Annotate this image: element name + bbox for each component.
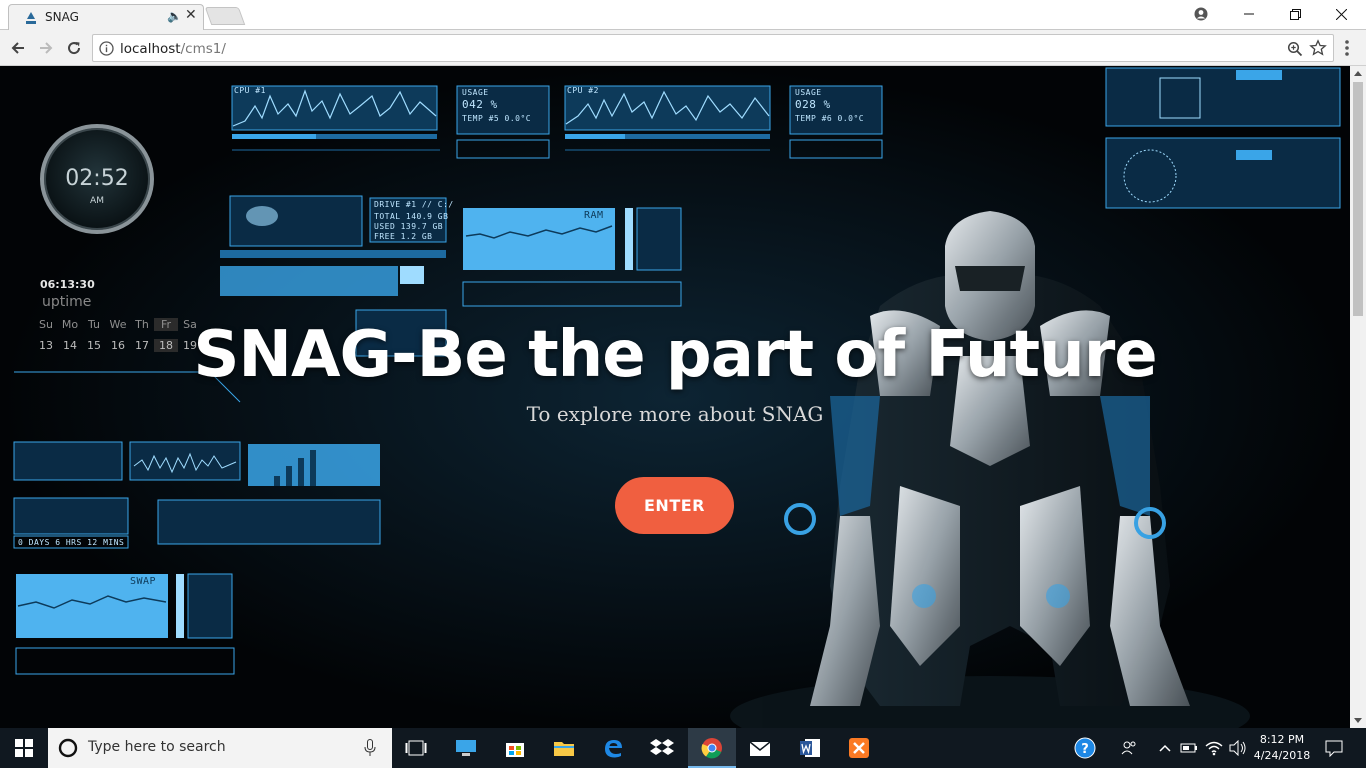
people-icon[interactable] <box>1117 736 1141 760</box>
temp2-value: TEMP #6 0.0°C <box>795 114 865 123</box>
hero-title: SNAG-Be the part of Future <box>193 318 1157 392</box>
uptime-days: 0 DAYS 6 HRS 12 MINS <box>18 538 125 547</box>
zoom-icon[interactable] <box>1287 41 1303 57</box>
usage2-label: USAGE <box>795 88 822 97</box>
minimize-button[interactable] <box>1226 0 1272 28</box>
usage2-value: 028 % <box>795 98 831 111</box>
dropbox-icon[interactable] <box>650 736 674 760</box>
clock-time: 02:52 <box>65 166 129 191</box>
usage1-value: 042 % <box>462 98 498 111</box>
browser-toolbar: localhost/cms1/ <box>0 30 1366 66</box>
chrome-icon[interactable] <box>700 736 724 760</box>
task-view-icon[interactable] <box>404 736 428 760</box>
svg-text:?: ? <box>1081 742 1089 757</box>
windows-start-icon[interactable] <box>12 736 36 760</box>
uptime-value: 06:13:30 <box>40 278 95 291</box>
clock-ampm: AM <box>90 196 104 206</box>
bookmark-star-icon[interactable] <box>1309 39 1327 57</box>
usage1-label: USAGE <box>462 88 489 97</box>
xampp-icon[interactable] <box>847 736 871 760</box>
tray-time: 8:12 PM <box>1259 733 1305 746</box>
drive-total: TOTAL 140.9 GB <box>374 212 449 221</box>
cpu1-label: CPU #1 <box>234 86 266 95</box>
scroll-up-icon[interactable] <box>1354 71 1362 76</box>
uptime-label: uptime <box>42 294 92 310</box>
hero-background-image <box>0 66 1350 728</box>
address-bar[interactable]: localhost/cms1/ <box>92 34 1334 62</box>
profile-icon[interactable] <box>1178 0 1224 28</box>
enter-button[interactable]: ENTER <box>615 477 734 534</box>
url-path: /cms1/ <box>180 41 226 57</box>
store-icon[interactable] <box>503 736 527 760</box>
cpu2-label: CPU #2 <box>567 86 599 95</box>
scrollbar-thumb[interactable] <box>1353 82 1363 316</box>
action-center-icon[interactable] <box>1322 736 1346 760</box>
speaker-icon[interactable]: 🔈 <box>167 9 182 23</box>
tab-strip: SNAG 🔈 ✕ <box>0 0 1366 30</box>
show-hidden-icons-chevron-up-icon[interactable] <box>1153 736 1177 760</box>
close-window-button[interactable] <box>1318 0 1364 28</box>
tray-clock[interactable]: 8:12 PM 4/24/2018 <box>1252 732 1312 764</box>
kebab-menu-icon[interactable] <box>1344 38 1350 58</box>
wifi-icon[interactable] <box>1202 736 1226 760</box>
help-icon[interactable]: ? <box>1073 736 1097 760</box>
file-explorer-icon[interactable] <box>552 736 576 760</box>
scroll-down-icon[interactable] <box>1354 718 1362 723</box>
drive-label: DRIVE #1 // C:/ <box>374 200 454 209</box>
volume-icon[interactable] <box>1226 736 1250 760</box>
drive-used: USED 139.7 GB <box>374 222 444 231</box>
new-tab-button[interactable] <box>204 7 246 25</box>
snag-favicon-icon <box>26 12 36 24</box>
mail-icon[interactable] <box>748 736 772 760</box>
back-button[interactable] <box>6 36 30 60</box>
page-scrollbar[interactable] <box>1350 66 1366 728</box>
restore-button[interactable] <box>1272 0 1318 28</box>
info-icon[interactable] <box>99 41 114 56</box>
ram-label: RAM <box>584 210 604 221</box>
cortana-icon <box>58 738 78 758</box>
search-placeholder: Type here to search <box>88 739 226 755</box>
drive-free: FREE 1.2 GB <box>374 232 433 241</box>
page-viewport: CPU #1 CPU #2 USAGE 042 % TEMP #5 0.0°C … <box>0 66 1350 728</box>
temp1-value: TEMP #5 0.0°C <box>462 114 532 123</box>
edge-icon[interactable] <box>601 736 625 760</box>
taskbar-search[interactable]: Type here to search <box>48 728 392 768</box>
forward-button[interactable] <box>34 36 58 60</box>
hero-subtitle: To explore more about SNAG <box>526 402 824 426</box>
battery-icon[interactable] <box>1177 736 1201 760</box>
tray-date: 4/24/2018 <box>1253 749 1311 762</box>
this-pc-icon[interactable] <box>454 736 478 760</box>
hud-clock: 02:52 AM <box>40 124 154 234</box>
close-tab-icon[interactable]: ✕ <box>185 7 197 23</box>
word-icon[interactable] <box>798 736 822 760</box>
windows-taskbar: Type here to search ? 8:12 PM 4/24/2018 <box>0 728 1366 768</box>
tab-title: SNAG <box>45 10 79 24</box>
reload-button[interactable] <box>62 36 86 60</box>
microphone-icon[interactable] <box>364 739 376 757</box>
url-host: localhost <box>120 41 181 57</box>
swap-label: SWAP <box>130 576 157 587</box>
url-text[interactable]: localhost/cms1/ <box>120 41 226 57</box>
tab-snag[interactable]: SNAG 🔈 ✕ <box>8 4 204 30</box>
